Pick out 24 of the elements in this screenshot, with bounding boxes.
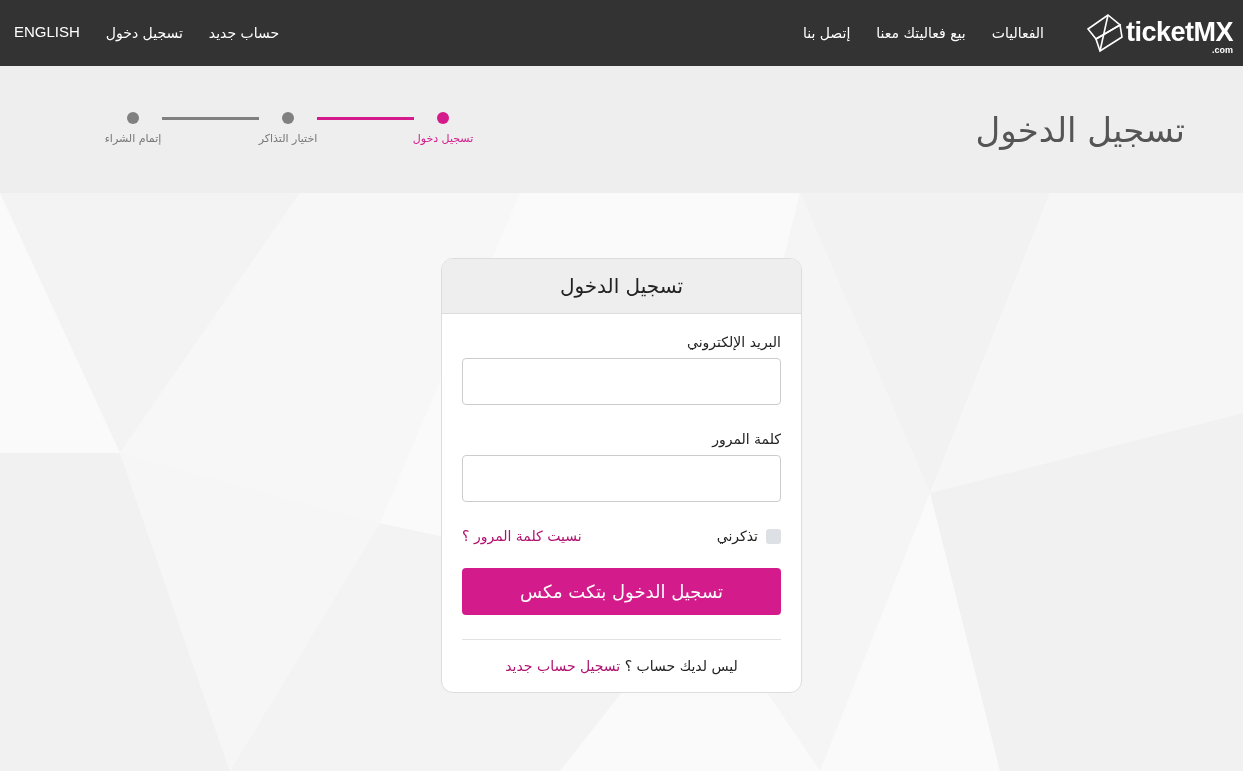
signup-prompt: ليس لديك حساب ؟ تسجيل حساب جديد (504, 658, 739, 674)
logo-text[interactable]: ticketMX (1125, 19, 1233, 45)
card-title: تسجيل الدخول (559, 274, 684, 298)
step-label: إتمام الشراء (104, 132, 162, 145)
nav-link[interactable]: تسجيل دخول (105, 25, 183, 41)
step-label: اختيار التذاكر (258, 132, 318, 145)
nav-link[interactable]: الفعاليات (991, 25, 1044, 41)
step-label: تسجيل دخول (412, 132, 474, 145)
page-title: تسجيل الدخول (975, 110, 1185, 150)
input-field[interactable] (462, 455, 781, 502)
checkbox[interactable] (766, 528, 781, 544)
login-button[interactable]: تسجيل الدخول بتكت مكس (462, 568, 781, 615)
nav-link[interactable]: بيع فعاليتك معنا (876, 25, 966, 41)
signup-link[interactable]: تسجيل حساب جديد (505, 658, 621, 674)
field-label: كلمة المرور (710, 431, 781, 447)
nav-link[interactable]: حساب جديد (208, 25, 280, 41)
language-link[interactable]: ENGLISH (14, 22, 80, 40)
checkbox-label: تذكرني (716, 528, 758, 544)
forgot-password-link[interactable]: نسيت كلمة المرور ؟ (462, 528, 582, 544)
nav-link[interactable]: إتصل بنا (802, 25, 851, 41)
field-label: البريد الإلكتروني (686, 334, 781, 350)
input-field[interactable] (462, 358, 781, 405)
logo-suffix: .com (1212, 45, 1233, 55)
logo-icon (1085, 13, 1126, 53)
